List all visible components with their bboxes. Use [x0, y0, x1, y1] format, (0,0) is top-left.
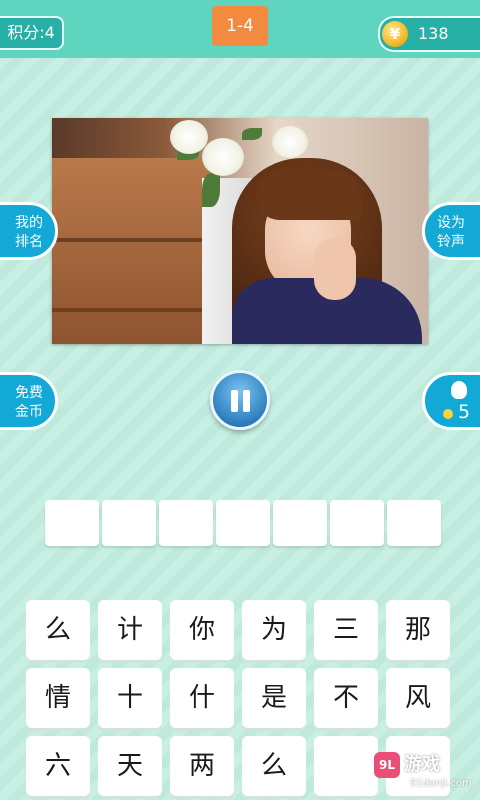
char-key[interactable]: 六 — [26, 736, 90, 796]
coin-dot-icon — [443, 409, 453, 419]
photo-leaf — [202, 173, 220, 207]
char-key[interactable]: 两 — [170, 736, 234, 796]
lightbulb-icon — [451, 381, 467, 399]
hint-button[interactable]: 5 — [422, 372, 480, 430]
char-key[interactable]: 是 — [242, 668, 306, 728]
char-key[interactable]: 么 — [26, 600, 90, 660]
photo-desk-edge — [52, 238, 212, 242]
level-badge: 1-4 — [212, 6, 268, 46]
char-key[interactable]: 你 — [170, 600, 234, 660]
pause-button[interactable] — [210, 370, 270, 430]
photo-flower — [170, 120, 208, 154]
char-key[interactable] — [314, 736, 378, 796]
coin-icon: ¥ — [382, 21, 408, 47]
answer-slot[interactable] — [216, 500, 270, 546]
photo-flower — [202, 138, 244, 176]
top-bar-wave — [0, 50, 480, 58]
char-key[interactable]: 天 — [98, 736, 162, 796]
coin-counter[interactable]: ¥ 138 — [378, 16, 480, 52]
char-key[interactable]: 十 — [98, 668, 162, 728]
char-key[interactable]: 风 — [386, 668, 450, 728]
answer-slot[interactable] — [387, 500, 441, 546]
photo-hand — [314, 238, 356, 300]
my-rank-button[interactable]: 我的 排名 — [0, 202, 58, 260]
photo-desk — [52, 158, 212, 344]
char-key[interactable]: 情 — [26, 668, 90, 728]
hint-count: 5 — [458, 401, 471, 423]
puzzle-photo — [52, 118, 428, 344]
pause-icon — [243, 390, 250, 412]
free-coins-label: 免费 金币 — [15, 385, 43, 420]
pause-icon — [231, 390, 238, 412]
set-ringtone-label: 设为 铃声 — [437, 215, 465, 250]
set-ringtone-button[interactable]: 设为 铃声 — [422, 202, 480, 260]
answer-slot[interactable] — [102, 500, 156, 546]
photo-bangs — [257, 170, 361, 220]
my-rank-label: 我的 排名 — [15, 215, 43, 250]
answer-slot[interactable] — [330, 500, 384, 546]
watermark-url: 91danji.com — [410, 778, 472, 789]
photo-flower — [272, 126, 308, 158]
char-key[interactable]: 么 — [242, 736, 306, 796]
coin-count: 138 — [418, 24, 449, 43]
photo-leaf — [242, 128, 262, 140]
photo-desk-edge — [52, 308, 212, 312]
watermark-logo: 9L — [374, 752, 400, 778]
coin-symbol: ¥ — [389, 25, 401, 43]
answer-slot[interactable] — [273, 500, 327, 546]
free-coins-button[interactable]: 免费 金币 — [0, 372, 58, 430]
answer-slot[interactable] — [159, 500, 213, 546]
char-key[interactable]: 三 — [314, 600, 378, 660]
watermark-logo-text: 9L — [379, 758, 395, 772]
char-key[interactable]: 计 — [98, 600, 162, 660]
char-key[interactable]: 不 — [314, 668, 378, 728]
score-display: 积分:4 — [0, 16, 64, 50]
char-key[interactable]: 什 — [170, 668, 234, 728]
watermark-name: 游戏 — [404, 754, 440, 775]
char-key[interactable]: 那 — [386, 600, 450, 660]
answer-slot[interactable] — [45, 500, 99, 546]
char-key[interactable]: 为 — [242, 600, 306, 660]
